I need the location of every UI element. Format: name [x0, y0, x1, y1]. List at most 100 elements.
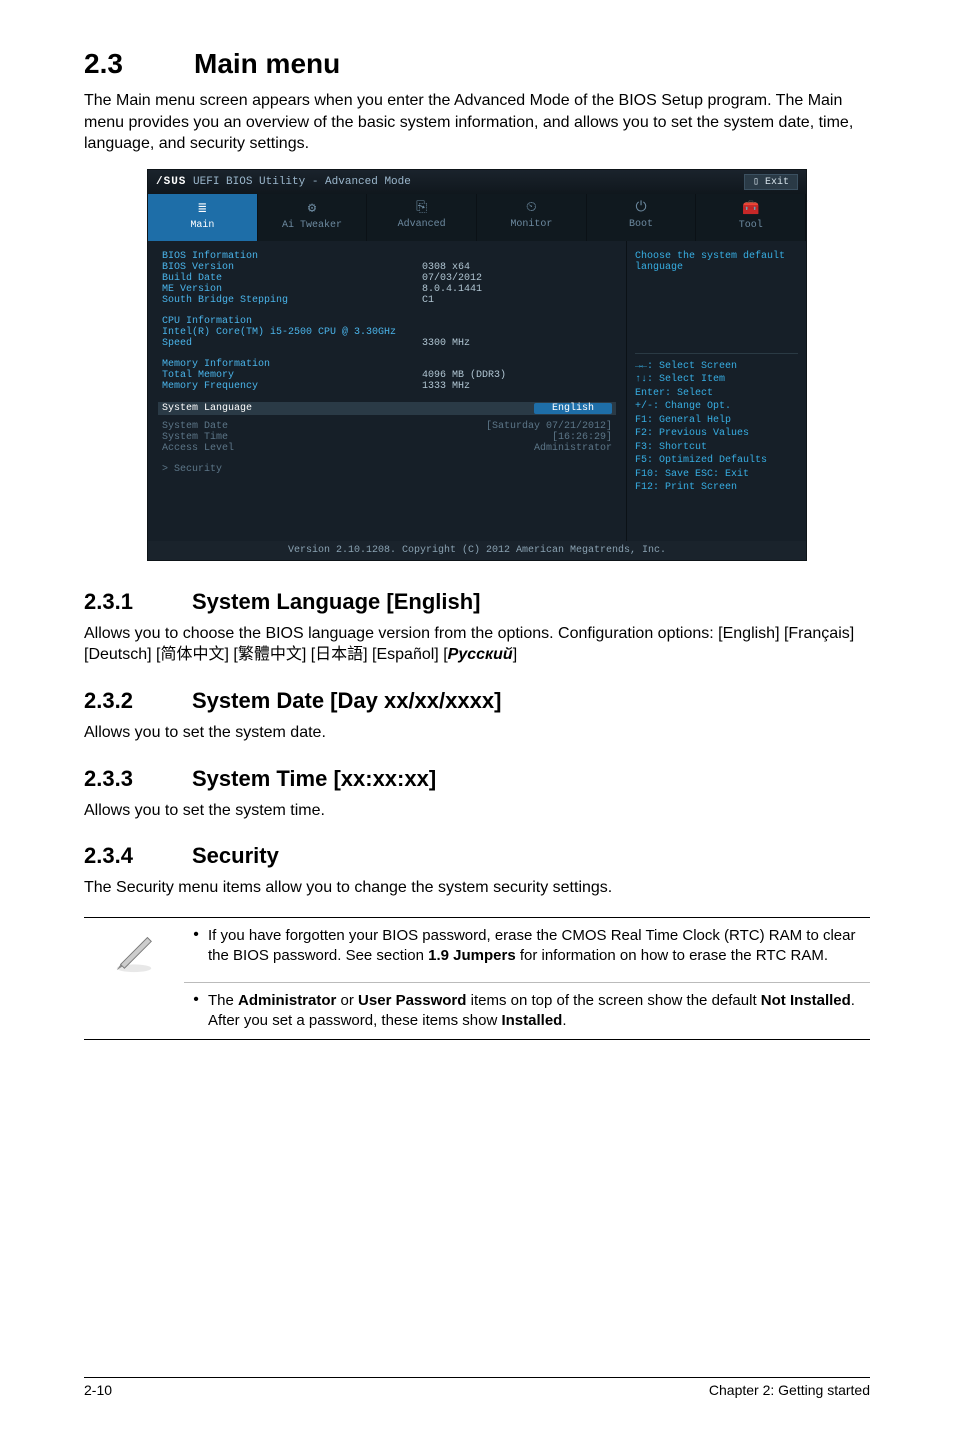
section-heading: 2.3Main menu — [84, 48, 870, 80]
subsection-234-heading: 2.3.4Security — [84, 843, 870, 869]
gear-icon: ⚙ — [258, 200, 367, 217]
bios-screenshot: /SUS UEFI BIOS Utility - Advanced Mode ▯… — [147, 169, 807, 561]
subsection-233-title: System Time [xx:xx:xx] — [192, 766, 436, 791]
tab-tool-label: Tool — [739, 220, 763, 231]
help-hint: Choose the system default language — [635, 251, 798, 273]
mem-freq-value: 1333 MHz — [422, 381, 470, 392]
subsection-232-heading: 2.3.2System Date [Day xx/xx/xxxx] — [84, 688, 870, 714]
total-memory-value: 4096 MB (DDR3) — [422, 370, 506, 381]
subsection-233-heading: 2.3.3System Time [xx:xx:xx] — [84, 766, 870, 792]
help-f5: F5: Optimized Defaults — [635, 454, 798, 468]
help-f3: F3: Shortcut — [635, 441, 798, 455]
help-select-screen: →←: Select Screen — [635, 360, 798, 374]
subsection-233-text: Allows you to set the system time. — [84, 800, 870, 822]
build-date-value: 07/03/2012 — [422, 273, 482, 284]
note-block: • If you have forgotten your BIOS passwo… — [84, 917, 870, 1041]
help-change-opt: +/-: Change Opt. — [635, 400, 798, 414]
bios-title-text: UEFI BIOS Utility - Advanced Mode — [193, 176, 411, 188]
system-date-row[interactable]: System Date[Saturday 07/21/2012] — [162, 421, 612, 432]
system-date-label: System Date — [162, 421, 486, 432]
help-f10: F10: Save ESC: Exit — [635, 468, 798, 482]
me-version-label: ME Version — [162, 284, 422, 295]
tab-main-label: Main — [190, 220, 214, 231]
help-f2: F2: Previous Values — [635, 427, 798, 441]
tab-advanced-label: Advanced — [398, 219, 446, 230]
system-time-row[interactable]: System Time[16:26:29] — [162, 432, 612, 443]
help-enter: Enter: Select — [635, 387, 798, 401]
tab-ai-tweaker-label: Ai Tweaker — [282, 220, 342, 231]
bullet-icon: • — [184, 926, 208, 944]
mem-info-header: Memory Information — [162, 359, 422, 370]
page-number: 2-10 — [84, 1382, 112, 1398]
help-select-item: ↑↓: Select Item — [635, 373, 798, 387]
system-language-value: English — [534, 403, 612, 414]
bios-logo: /SUS — [156, 176, 186, 188]
system-time-label: System Time — [162, 432, 552, 443]
subsection-231-text: Allows you to choose the BIOS language v… — [84, 623, 870, 666]
subsection-233-num: 2.3.3 — [84, 766, 192, 792]
bios-help-panel: Choose the system default language →←: S… — [626, 241, 806, 541]
tab-monitor[interactable]: ⏲ Monitor — [477, 194, 587, 241]
subsection-231-num: 2.3.1 — [84, 589, 192, 615]
cpu-info-header: CPU Information — [162, 316, 422, 327]
note-2-text: The Administrator or User Password items… — [208, 991, 870, 1032]
subsection-231-title: System Language [English] — [192, 589, 481, 614]
tab-tool[interactable]: 🧰 Tool — [696, 194, 806, 241]
subsection-232-title: System Date [Day xx/xx/xxxx] — [192, 688, 501, 713]
mem-freq-label: Memory Frequency — [162, 381, 422, 392]
subsection-234-text: The Security menu items allow you to cha… — [84, 877, 870, 899]
build-date-label: Build Date — [162, 273, 422, 284]
section-number: 2.3 — [84, 48, 194, 80]
me-version-value: 8.0.4.1441 — [422, 284, 482, 295]
section-intro: The Main menu screen appears when you en… — [84, 90, 870, 155]
subsection-234-title: Security — [192, 843, 279, 868]
tab-advanced[interactable]: ⎘ Advanced — [367, 194, 477, 241]
subsection-234-num: 2.3.4 — [84, 843, 192, 869]
tab-boot[interactable]: ⏻ Boot — [587, 194, 697, 241]
help-f12: F12: Print Screen — [635, 481, 798, 495]
bios-tabs: ≣ Main ⚙ Ai Tweaker ⎘ Advanced ⏲ Monitor ⏻ Bo… — [148, 194, 806, 241]
exit-button[interactable]: ▯ Exit — [744, 174, 798, 190]
advanced-icon: ⎘ — [367, 200, 476, 216]
bullet-icon: • — [184, 991, 208, 1009]
list-icon: ≣ — [148, 200, 257, 217]
sb-stepping-label: South Bridge Stepping — [162, 295, 422, 306]
bios-version-value: 0308 x64 — [422, 262, 470, 273]
cpu-speed-value: 3300 MHz — [422, 338, 470, 349]
access-level-row: Access LevelAdministrator — [162, 443, 612, 454]
total-memory-label: Total Memory — [162, 370, 422, 381]
tab-ai-tweaker[interactable]: ⚙ Ai Tweaker — [258, 194, 368, 241]
tool-icon: 🧰 — [696, 200, 805, 217]
system-date-value: [Saturday 07/21/2012] — [486, 421, 612, 432]
bios-footer: Version 2.10.1208. Copyright (C) 2012 Am… — [148, 541, 806, 560]
system-language-row[interactable]: System Language English — [158, 402, 616, 415]
cpu-speed-label: Speed — [162, 338, 422, 349]
tab-monitor-label: Monitor — [510, 219, 552, 230]
bios-titlebar: /SUS UEFI BIOS Utility - Advanced Mode ▯… — [148, 170, 806, 194]
subsection-232-num: 2.3.2 — [84, 688, 192, 714]
subsection-231-heading: 2.3.1System Language [English] — [84, 589, 870, 615]
bios-brand: /SUS UEFI BIOS Utility - Advanced Mode — [156, 176, 411, 188]
power-icon: ⏻ — [587, 200, 696, 216]
subsection-232-text: Allows you to set the system date. — [84, 722, 870, 744]
sb-stepping-value: C1 — [422, 295, 434, 306]
access-level-value: Administrator — [534, 443, 612, 454]
system-time-value: [16:26:29] — [552, 432, 612, 443]
monitor-icon: ⏲ — [477, 200, 586, 216]
system-language-label: System Language — [162, 403, 534, 414]
tab-boot-label: Boot — [629, 219, 653, 230]
help-f1: F1: General Help — [635, 414, 798, 428]
bios-info-header: BIOS Information — [162, 251, 422, 262]
bios-left-panel: BIOS Information BIOS Version0308 x64 Bu… — [148, 241, 626, 541]
chapter-label: Chapter 2: Getting started — [709, 1382, 870, 1398]
bios-version-label: BIOS Version — [162, 262, 422, 273]
cpu-model: Intel(R) Core(TM) i5-2500 CPU @ 3.30GHz — [162, 327, 396, 338]
note-1-text: If you have forgotten your BIOS password… — [208, 926, 870, 967]
section-title-text: Main menu — [194, 48, 340, 79]
exit-label: Exit — [765, 177, 789, 188]
access-level-label: Access Level — [162, 443, 534, 454]
pen-icon — [111, 928, 157, 974]
tab-main[interactable]: ≣ Main — [148, 194, 258, 241]
page-footer: 2-10 Chapter 2: Getting started — [84, 1377, 870, 1398]
security-submenu[interactable]: > Security — [162, 464, 612, 475]
